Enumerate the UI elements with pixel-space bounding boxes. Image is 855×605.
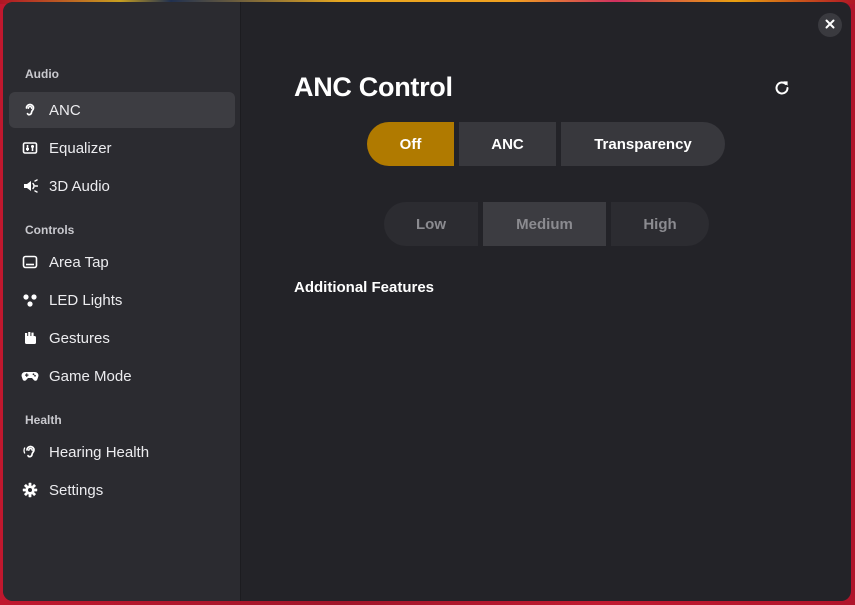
anc-level-medium-button[interactable]: Medium bbox=[483, 202, 606, 246]
sidebar-item-label: Settings bbox=[49, 481, 104, 499]
anc-mode-selector: Off ANC Transparency bbox=[367, 122, 725, 166]
section-label-controls: Controls bbox=[25, 223, 75, 237]
hearing-icon bbox=[21, 443, 39, 461]
anc-mode-anc-button[interactable]: ANC bbox=[459, 122, 556, 166]
sidebar-item-hearing-health[interactable]: Hearing Health bbox=[9, 434, 235, 470]
anc-level-high-button[interactable]: High bbox=[611, 202, 709, 246]
additional-features-heading: Additional Features bbox=[294, 279, 435, 296]
gamepad-icon bbox=[21, 367, 39, 385]
sidebar-item-equalizer[interactable]: Equalizer bbox=[9, 130, 235, 166]
page-title: ANC Control bbox=[294, 72, 453, 102]
sidebar-item-label: Hearing Health bbox=[49, 443, 150, 461]
sidebar-item-label: Gestures bbox=[49, 329, 110, 347]
sidebar-item-anc[interactable]: ANC bbox=[9, 92, 235, 128]
section-label-health: Health bbox=[25, 413, 62, 427]
refresh-button[interactable] bbox=[770, 78, 794, 102]
sidebar-item-label: 3D Audio bbox=[49, 177, 110, 195]
sidebar-item-game-mode[interactable]: Game Mode bbox=[9, 358, 235, 394]
gestures-icon bbox=[21, 329, 39, 347]
refresh-icon bbox=[773, 79, 791, 102]
sidebar-item-settings[interactable]: Settings bbox=[9, 472, 235, 508]
anc-mode-transparency-button[interactable]: Transparency bbox=[561, 122, 725, 166]
sidebar: Audio ANC Equalizer 3D Audio Controls Ar bbox=[3, 2, 241, 601]
sidebar-item-3d-audio[interactable]: 3D Audio bbox=[9, 168, 235, 204]
led-lights-icon bbox=[21, 291, 39, 309]
sidebar-item-label: ANC bbox=[49, 101, 81, 119]
sidebar-item-label: LED Lights bbox=[49, 291, 123, 309]
section-label-audio: Audio bbox=[25, 67, 59, 81]
sidebar-item-label: Area Tap bbox=[49, 253, 109, 271]
sidebar-item-label: Equalizer bbox=[49, 139, 112, 157]
anc-mode-off-button[interactable]: Off bbox=[367, 122, 454, 166]
speaker-wave-icon bbox=[21, 177, 39, 195]
main-panel: ANC Control Off ANC Transparency Low Med… bbox=[241, 2, 851, 601]
ear-icon bbox=[21, 101, 39, 119]
sidebar-item-area-tap[interactable]: Area Tap bbox=[9, 244, 235, 280]
app-window: Audio ANC Equalizer 3D Audio Controls Ar bbox=[3, 2, 851, 601]
gear-icon bbox=[21, 481, 39, 499]
anc-level-low-button[interactable]: Low bbox=[384, 202, 478, 246]
close-icon bbox=[825, 16, 835, 34]
sidebar-item-label: Game Mode bbox=[49, 367, 132, 385]
sidebar-item-led-lights[interactable]: LED Lights bbox=[9, 282, 235, 318]
sidebar-item-gestures[interactable]: Gestures bbox=[9, 320, 235, 356]
touch-area-icon bbox=[21, 253, 39, 271]
equalizer-icon bbox=[21, 139, 39, 157]
anc-level-selector: Low Medium High bbox=[384, 202, 709, 246]
close-button[interactable] bbox=[818, 13, 842, 37]
